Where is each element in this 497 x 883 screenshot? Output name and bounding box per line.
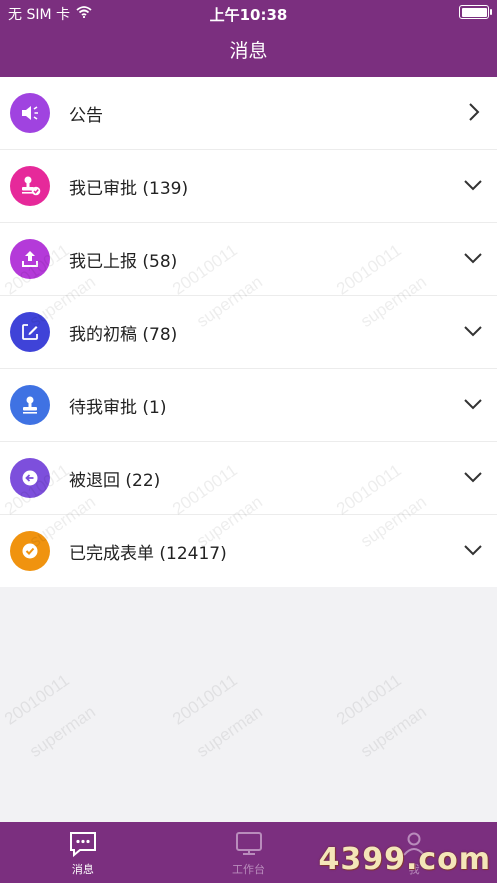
list-item-label: 公告 xyxy=(69,105,103,126)
watermark: superman xyxy=(193,702,266,762)
chevron-down-icon xyxy=(464,472,482,483)
list-item-approved-by-me[interactable]: 我已审批 (139) xyxy=(0,150,497,223)
watermark: 20010011 xyxy=(0,670,73,729)
message-list: 公告 我已审批 (139) 我已上报 (58) 我的初稿 (78) 待我审批 (… xyxy=(0,77,497,587)
list-item-pending-my-approval[interactable]: 待我审批 (1) xyxy=(0,369,497,442)
tab-label: 消息 xyxy=(71,863,94,876)
list-item-label: 被退回 (22) xyxy=(69,470,161,491)
watermark: superman xyxy=(357,702,430,762)
chevron-down-icon xyxy=(464,180,482,191)
list-item-label: 已完成表单 (12417) xyxy=(69,543,227,564)
stamp-icon xyxy=(10,385,50,425)
list-item-my-drafts[interactable]: 我的初稿 (78) xyxy=(0,296,497,369)
chevron-down-icon xyxy=(464,545,482,556)
status-time: 上午10:38 xyxy=(209,6,288,24)
upload-icon xyxy=(10,239,50,279)
nav-bar: 消息 xyxy=(0,26,497,77)
chat-icon xyxy=(69,832,96,858)
list-item-label: 我的初稿 (78) xyxy=(69,324,178,345)
chevron-right-icon xyxy=(469,103,480,121)
watermark: 20010011 xyxy=(168,670,241,729)
chevron-down-icon xyxy=(464,253,482,264)
battery-icon xyxy=(459,5,492,19)
monitor-icon xyxy=(235,832,262,855)
list-item-label: 我已上报 (58) xyxy=(69,251,178,272)
edit-draft-icon xyxy=(10,312,50,352)
list-item-completed-forms[interactable]: 已完成表单 (12417) xyxy=(0,515,497,587)
watermark: superman xyxy=(26,702,99,762)
tab-messages[interactable]: 消息 xyxy=(0,822,166,883)
speaker-icon xyxy=(10,93,50,133)
chevron-down-icon xyxy=(464,399,482,410)
watermark: 20010011 xyxy=(332,670,405,729)
page-title: 消息 xyxy=(229,40,268,62)
list-item-returned[interactable]: 被退回 (22) xyxy=(0,442,497,515)
status-bar: 无 SIM 卡 上午10:38 xyxy=(0,0,497,26)
list-item-reported-by-me[interactable]: 我已上报 (58) xyxy=(0,223,497,296)
list-item-announcement[interactable]: 公告 xyxy=(0,77,497,150)
tab-label: 工作台 xyxy=(232,863,265,876)
check-circle-icon xyxy=(10,531,50,571)
return-arrow-icon xyxy=(10,458,50,498)
list-item-label: 待我审批 (1) xyxy=(69,397,167,418)
tab-workbench[interactable]: 工作台 xyxy=(166,822,332,883)
chevron-down-icon xyxy=(464,326,482,337)
stamp-approved-icon xyxy=(10,166,50,206)
brand-logo: 4399.com xyxy=(318,842,491,877)
list-item-label: 我已审批 (139) xyxy=(69,178,189,199)
